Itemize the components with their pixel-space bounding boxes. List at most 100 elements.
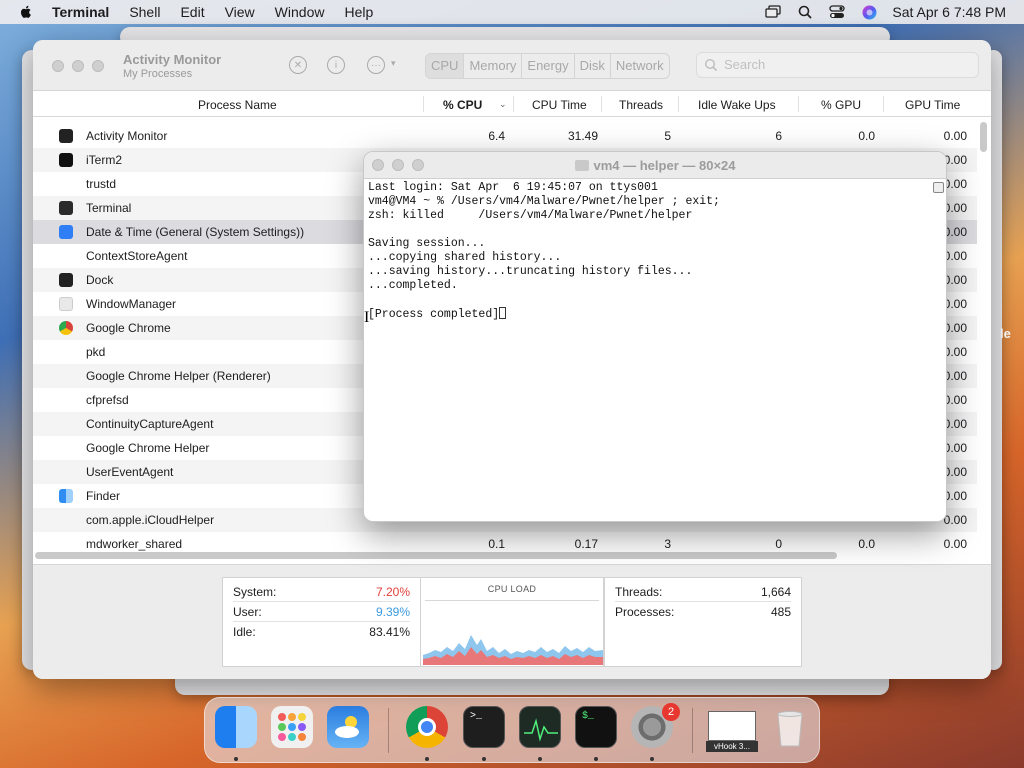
desktop-edge-text: le [1000, 326, 1011, 341]
gpu-time-value: 0.00 [943, 225, 967, 239]
activity-monitor-toolbar: Activity Monitor My Processes ✕ i ··· ▾ … [33, 40, 991, 91]
process-name: pkd [86, 345, 106, 359]
stop-process-icon[interactable]: ✕ [289, 56, 307, 74]
col-idle-wake-ups[interactable]: Idle Wake Ups [698, 98, 776, 112]
finder-icon[interactable] [215, 706, 257, 748]
idle-label: Idle: [233, 625, 256, 639]
process-name: Activity Monitor [86, 129, 168, 143]
terminal-line: [Process completed] [368, 308, 500, 321]
dock-icon [59, 273, 73, 287]
gpu-time-value: 0.00 [943, 153, 967, 167]
menu-edit[interactable]: Edit [180, 4, 204, 20]
app-subtitle: My Processes [123, 68, 193, 80]
gpu-time-value: 0.00 [943, 489, 967, 503]
col-process-name[interactable]: Process Name [198, 98, 277, 112]
gpu-time-value: 0.00 [943, 321, 967, 335]
terminal-title-text: vm4 — helper — 80×24 [593, 158, 736, 173]
close-button[interactable] [52, 60, 64, 72]
spotlight-search-icon[interactable] [796, 3, 814, 21]
gpu-time-value: 0.00 [943, 441, 967, 455]
process-name: UserEventAgent [86, 465, 174, 479]
menu-terminal[interactable]: Terminal [52, 4, 109, 20]
threads-count: 1,664 [760, 585, 791, 599]
control-center-icon[interactable] [828, 3, 846, 21]
minimized-window-thumbnail[interactable]: vHook 3... [706, 708, 758, 753]
launchpad-icon[interactable] [271, 706, 313, 748]
process-name: Google Chrome [86, 321, 171, 335]
notification-badge: 2 [662, 703, 680, 721]
chevron-down-icon[interactable]: ▾ [391, 58, 396, 69]
menu-shell[interactable]: Shell [129, 4, 160, 20]
tab-cpu[interactable]: CPU [426, 54, 464, 78]
table-row[interactable]: Activity Monitor 6.4 31.49 5 6 0.0 0.00 [33, 124, 977, 148]
terminal-icon[interactable]: >_ [463, 706, 505, 748]
search-placeholder: Search [724, 57, 766, 72]
processes-count: 485 [770, 605, 791, 619]
vertical-scrollbar[interactable] [980, 122, 987, 152]
chrome-icon [59, 321, 73, 335]
col-cpu-time[interactable]: CPU Time [532, 98, 587, 112]
terminal-window: vm4 — helper — 80×24 Last login: Sat Apr… [363, 151, 947, 522]
idle-value: 83.41% [369, 625, 410, 639]
gpu-value: 0.0 [858, 129, 875, 143]
tab-disk[interactable]: Disk [573, 54, 610, 78]
tab-bar: CPU Memory Energy Disk Network [425, 53, 670, 79]
menu-help[interactable]: Help [344, 4, 373, 20]
system-stat: System: 7.20% [233, 582, 410, 602]
activity-monitor-icon[interactable] [519, 706, 561, 748]
siri-icon[interactable] [860, 3, 878, 21]
terminal-icon [59, 201, 73, 215]
sort-chevron-icon: ⌄ [499, 99, 507, 109]
more-options-icon[interactable]: ··· [367, 56, 385, 74]
tab-energy[interactable]: Energy [521, 54, 573, 78]
system-value: 7.20% [375, 585, 410, 599]
col-gpu[interactable]: % GPU [821, 98, 861, 112]
menu-window[interactable]: Window [275, 4, 325, 20]
date-time-icon [59, 225, 73, 239]
col-cpu[interactable]: % CPU [443, 98, 482, 112]
window-title: Activity Monitor My Processes [123, 52, 221, 80]
apple-menu-icon[interactable] [18, 4, 34, 20]
trash-icon[interactable] [769, 706, 811, 748]
process-name: iTerm2 [86, 153, 123, 167]
terminal-titlebar[interactable]: vm4 — helper — 80×24 [364, 152, 946, 179]
process-name: Finder [86, 489, 121, 503]
user-stat: User: 9.39% [233, 602, 410, 622]
weather-icon[interactable] [327, 706, 369, 748]
chrome-icon[interactable] [406, 706, 448, 748]
horizontal-scrollbar[interactable] [35, 552, 837, 559]
threads-label: Threads: [615, 585, 663, 599]
terminal-line: ​ [368, 293, 720, 307]
process-name: Date & Time (General (System Settings)) [86, 225, 305, 239]
minimize-button[interactable] [72, 60, 84, 72]
iterm2-icon[interactable]: $_ [575, 706, 617, 748]
terminal-line: Saving session... [368, 237, 486, 250]
gpu-time-value: 0.00 [943, 249, 967, 263]
col-threads[interactable]: Threads [619, 98, 663, 112]
process-name: Terminal [86, 201, 132, 215]
gpu-time-value: 0.00 [943, 273, 967, 287]
search-input[interactable]: Search [696, 52, 979, 78]
gpu-time-value: 0.00 [943, 297, 967, 311]
idle-stat: Idle: 83.41% [233, 622, 410, 642]
zoom-button[interactable] [92, 60, 104, 72]
scroll-indicator-icon[interactable] [933, 182, 944, 193]
screen-mirroring-icon[interactable] [764, 3, 782, 21]
info-icon[interactable]: i [327, 56, 345, 74]
col-gpu-time[interactable]: GPU Time [905, 98, 960, 112]
process-name: ContextStoreAgent [86, 249, 188, 263]
terminal-output[interactable]: Last login: Sat Apr 6 19:45:07 on ttys00… [368, 181, 720, 322]
idle-wake-ups-value: 6 [775, 129, 782, 143]
tab-memory[interactable]: Memory [463, 54, 521, 78]
process-name: trustd [86, 177, 117, 191]
cpu-usage-panel: System: 7.20% User: 9.39% Idle: 83.41% [222, 577, 421, 667]
menu-clock[interactable]: Sat Apr 6 7:48 PM [892, 4, 1006, 20]
menu-bar: Terminal Shell Edit View Window Help Sat… [0, 0, 1024, 24]
ibeam-cursor-icon: I [364, 309, 370, 326]
cpu-summary-panel: System: 7.20% User: 9.39% Idle: 83.41% C… [33, 564, 991, 679]
menu-view[interactable]: View [225, 4, 255, 20]
terminal-line: vm4@VM4 ~ % /Users/vm4/Malware/Pwnet/hel… [368, 195, 720, 208]
tab-network[interactable]: Network [609, 54, 669, 78]
user-value: 9.39% [375, 605, 410, 619]
terminal-line-last: [Process completed] [368, 307, 720, 322]
